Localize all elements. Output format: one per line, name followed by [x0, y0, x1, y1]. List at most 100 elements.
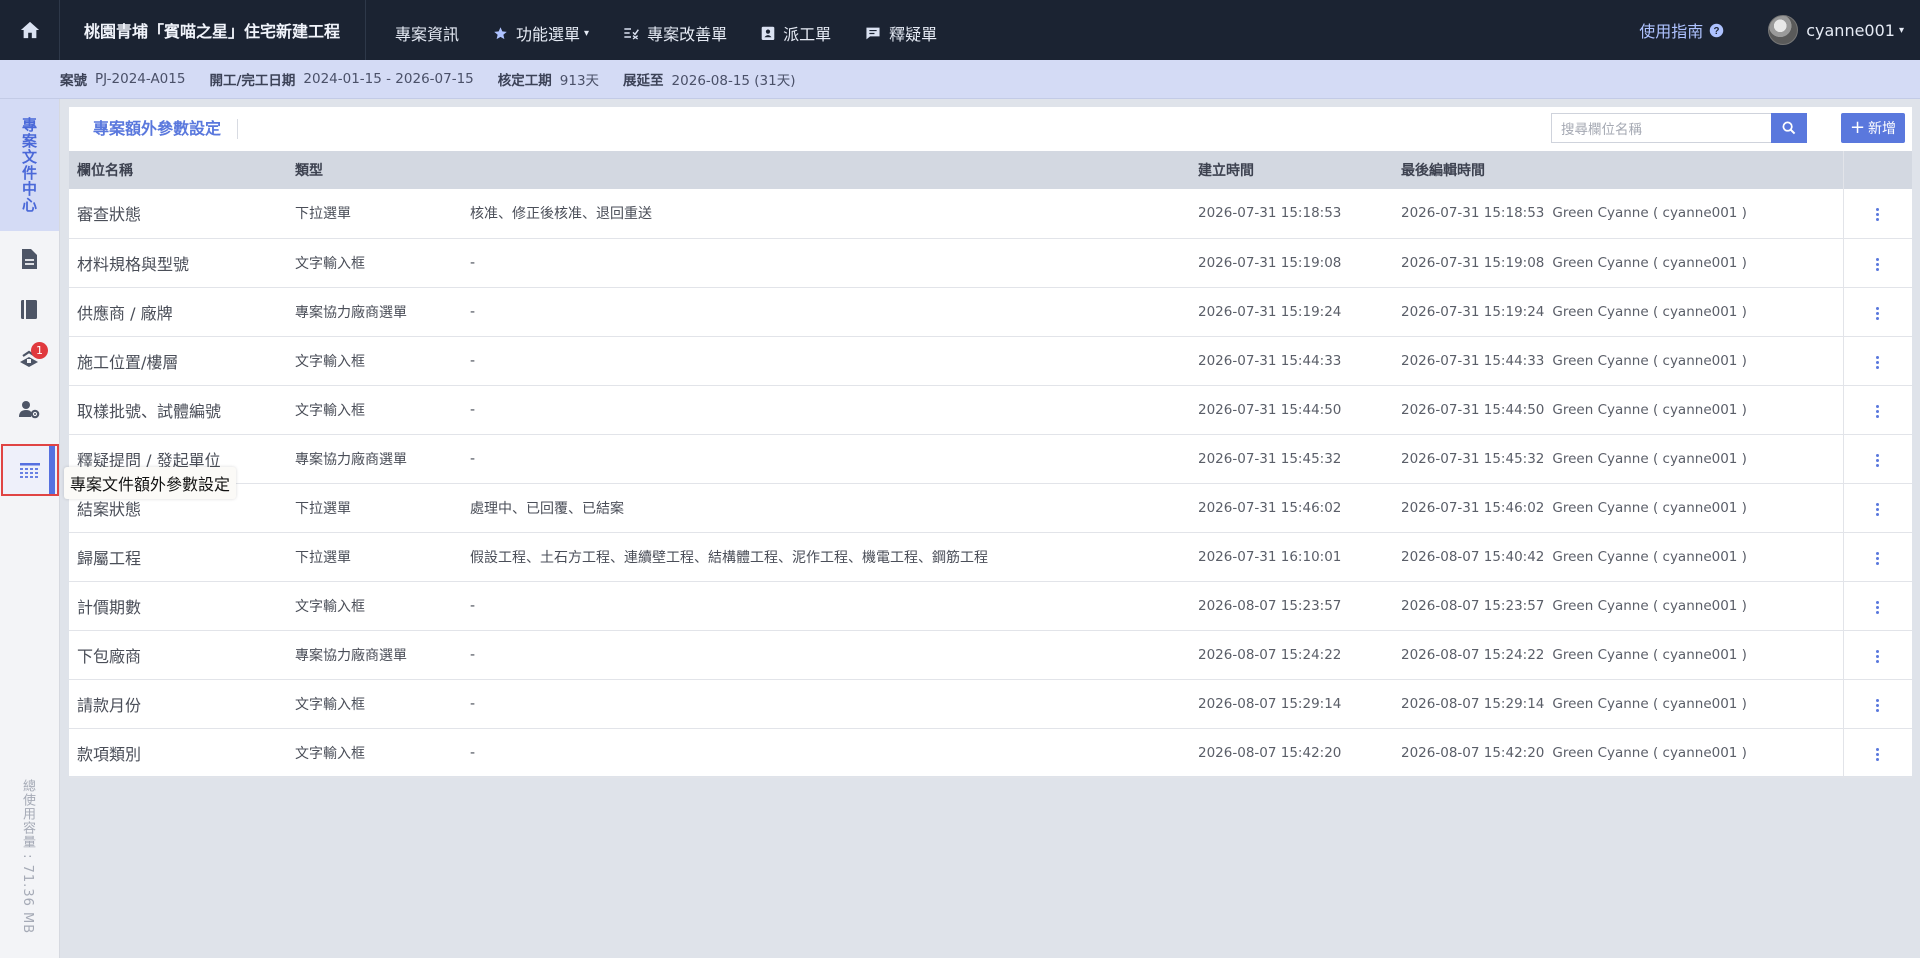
approved-duration: 核定工期 913天	[498, 69, 599, 89]
edited-info: 2026-08-07 15:24:22 Green Cyanne ( cyanne…	[1393, 630, 1843, 680]
edited-time: 2026-08-07 15:23:57	[1401, 597, 1545, 614]
row-actions	[1842, 238, 1912, 288]
field-name: 請款月份	[69, 679, 287, 729]
field-type: 專案協力廠商選單	[287, 287, 462, 337]
editor-name: Green Cyanne ( cyanne001 )	[1552, 646, 1747, 663]
more-options-icon[interactable]	[1870, 693, 1885, 718]
dates-value: 2024-01-15 - 2026-07-15	[303, 71, 474, 87]
more-options-icon[interactable]	[1870, 742, 1885, 767]
field-name: 材料規格與型號	[69, 238, 287, 288]
row-actions	[1842, 336, 1912, 386]
col-header-created[interactable]: 建立時間	[1190, 151, 1393, 189]
nav-improvement-form[interactable]: 專案改善單	[606, 0, 744, 60]
field-options: -	[462, 238, 1190, 288]
more-options-icon[interactable]	[1870, 399, 1885, 424]
table-row[interactable]: 計價期數 文字輸入框 -2026-08-07 15:23:57 2026-08-07 …	[69, 581, 1912, 631]
table-row[interactable]: 材料規格與型號 文字輸入框 -2026-07-31 15:19:08 2026-07-…	[69, 238, 1912, 288]
table-row[interactable]: 施工位置/樓層 文字輸入框 -2026-07-31 15:44:33 2026-07-…	[69, 336, 1912, 386]
col-header-name[interactable]: 欄位名稱	[69, 151, 287, 189]
editor-name: Green Cyanne ( cyanne001 )	[1552, 401, 1747, 418]
more-options-icon[interactable]	[1870, 301, 1885, 326]
project-dates: 開工/完工日期 2024-01-15 - 2026-07-15	[209, 69, 473, 89]
nav-label: 功能選單	[516, 25, 581, 44]
more-options-icon[interactable]	[1870, 350, 1885, 375]
table-row[interactable]: 審查狀態 下拉選單 核准、修正後核准、退回重送 2026-07-31 15:18:53…	[69, 189, 1912, 239]
nav-function-menu[interactable]: 功能選單 ▾	[476, 0, 606, 60]
search-input[interactable]: 搜尋欄位名稱	[1551, 113, 1771, 143]
editor-name: Green Cyanne ( cyanne001 )	[1552, 254, 1747, 271]
nav-label: 專案資訊	[395, 25, 460, 44]
editor-name: Green Cyanne ( cyanne001 )	[1552, 597, 1747, 614]
created-time: 2026-08-07 15:42:20	[1190, 728, 1393, 778]
table-settings-icon	[20, 463, 40, 478]
created-time: 2026-08-07 15:29:14	[1190, 679, 1393, 729]
editor-name: Green Cyanne ( cyanne001 )	[1552, 352, 1747, 369]
more-options-icon[interactable]	[1870, 546, 1885, 571]
home-icon	[20, 21, 39, 39]
plus-icon: +	[1849, 117, 1866, 138]
user-gear-icon	[19, 401, 40, 419]
edited-info: 2026-07-31 15:19:24 Green Cyanne ( cyanne…	[1393, 287, 1843, 337]
edited-info: 2026-08-07 15:42:20 Green Cyanne ( cyanne…	[1393, 728, 1843, 778]
sidebar-book-button[interactable]	[0, 285, 58, 333]
table-row[interactable]: 供應商 / 廠牌 專案協力廠商選單 -2026-07-31 15:19:24 2026…	[69, 287, 1912, 337]
sidebar-inspection-button[interactable]: 1	[0, 335, 58, 383]
field-type: 下拉選單	[287, 189, 462, 239]
row-actions	[1842, 679, 1912, 729]
row-actions	[1842, 581, 1912, 631]
field-options: 假設工程、土石方工程、連續壁工程、結構體工程、泥作工程、機電工程、鋼筋工程	[462, 532, 1190, 582]
field-options: -	[462, 336, 1190, 386]
table-row[interactable]: 取樣批號、試體編號 文字輸入框 -2026-07-31 15:44:50 2026-0…	[69, 385, 1912, 435]
nav-dispatch-form[interactable]: 派工單	[744, 0, 848, 60]
editor-name: Green Cyanne ( cyanne001 )	[1552, 205, 1747, 222]
project-title: 桃園青埔「賓喵之星」住宅新建工程	[60, 0, 366, 60]
field-options: -	[462, 679, 1190, 729]
sidebar-extra-params-button[interactable]	[1, 444, 59, 496]
table-row[interactable]: 請款月份 文字輸入框 -2026-08-07 15:29:14 2026-08-07 …	[69, 679, 1912, 729]
table-row[interactable]: 下包廠商 專案協力廠商選單 -2026-08-07 15:24:22 2026-08-…	[69, 630, 1912, 680]
doc-center-label: 專案文件中心	[20, 117, 38, 213]
user-menu[interactable]: cyanne001 ▾	[1768, 15, 1904, 45]
sidebar-documents-button[interactable]	[0, 235, 58, 283]
nav-clarification-form[interactable]: 釋疑單	[848, 0, 954, 60]
avatar	[1768, 15, 1799, 45]
search-button[interactable]	[1771, 113, 1807, 143]
edited-time: 2026-08-07 15:29:14	[1401, 695, 1545, 712]
add-button[interactable]: + 新增	[1841, 113, 1905, 143]
duration-value: 913天	[559, 73, 600, 89]
nav-project-info[interactable]: 專案資訊	[378, 0, 476, 60]
more-options-icon[interactable]	[1870, 202, 1885, 227]
table-row[interactable]: 結案狀態 下拉選單 處理中、已回覆、已結案 2026-07-31 15:46:02 20…	[69, 483, 1912, 533]
more-options-icon[interactable]	[1870, 448, 1885, 473]
nav-label: 釋疑單	[889, 25, 938, 44]
page-title: 專案額外參數設定	[93, 119, 239, 139]
edited-info: 2026-07-31 15:46:02 Green Cyanne ( cyanne…	[1393, 483, 1843, 533]
table-row[interactable]: 釋疑提問 / 發起單位 專案協力廠商選單 -2026-07-31 15:45:32 2…	[69, 434, 1912, 484]
sidebar: 專案文件中心 1 總使用容量 : 71.36 MB	[0, 99, 60, 958]
edited-info: 2026-07-31 15:44:50 Green Cyanne ( cyanne…	[1393, 385, 1843, 435]
field-type: 下拉選單	[287, 532, 462, 582]
field-type: 專案協力廠商選單	[287, 434, 462, 484]
sidebar-user-settings-button[interactable]	[0, 385, 58, 433]
nav-label: 專案改善單	[647, 25, 728, 44]
document-icon	[22, 249, 37, 269]
field-options: -	[462, 581, 1190, 631]
table-row[interactable]: 款項類別 文字輸入框 -2026-08-07 15:42:20 2026-08-07 …	[69, 728, 1912, 778]
doc-center-header[interactable]: 專案文件中心	[0, 99, 59, 231]
case-value: PJ-2024-A015	[95, 71, 186, 87]
col-header-type[interactable]: 類型	[287, 151, 462, 189]
field-name: 施工位置/樓層	[69, 336, 287, 386]
home-button[interactable]	[0, 0, 60, 60]
more-options-icon[interactable]	[1870, 497, 1885, 522]
user-guide-link[interactable]: 使用指南 ?	[1639, 18, 1724, 42]
created-time: 2026-07-31 15:19:24	[1190, 287, 1393, 337]
edited-time: 2026-08-07 15:40:42	[1401, 548, 1545, 565]
more-options-icon[interactable]	[1870, 595, 1885, 620]
more-options-icon[interactable]	[1870, 644, 1885, 669]
help-icon: ?	[1709, 23, 1724, 37]
row-actions	[1842, 630, 1912, 680]
case-label: 案號	[60, 73, 87, 89]
table-row[interactable]: 歸屬工程 下拉選單 假設工程、土石方工程、連續壁工程、結構體工程、泥作工程、機電工程…	[69, 532, 1912, 582]
more-options-icon[interactable]	[1870, 252, 1885, 277]
col-header-edited[interactable]: 最後編輯時間	[1393, 151, 1843, 189]
